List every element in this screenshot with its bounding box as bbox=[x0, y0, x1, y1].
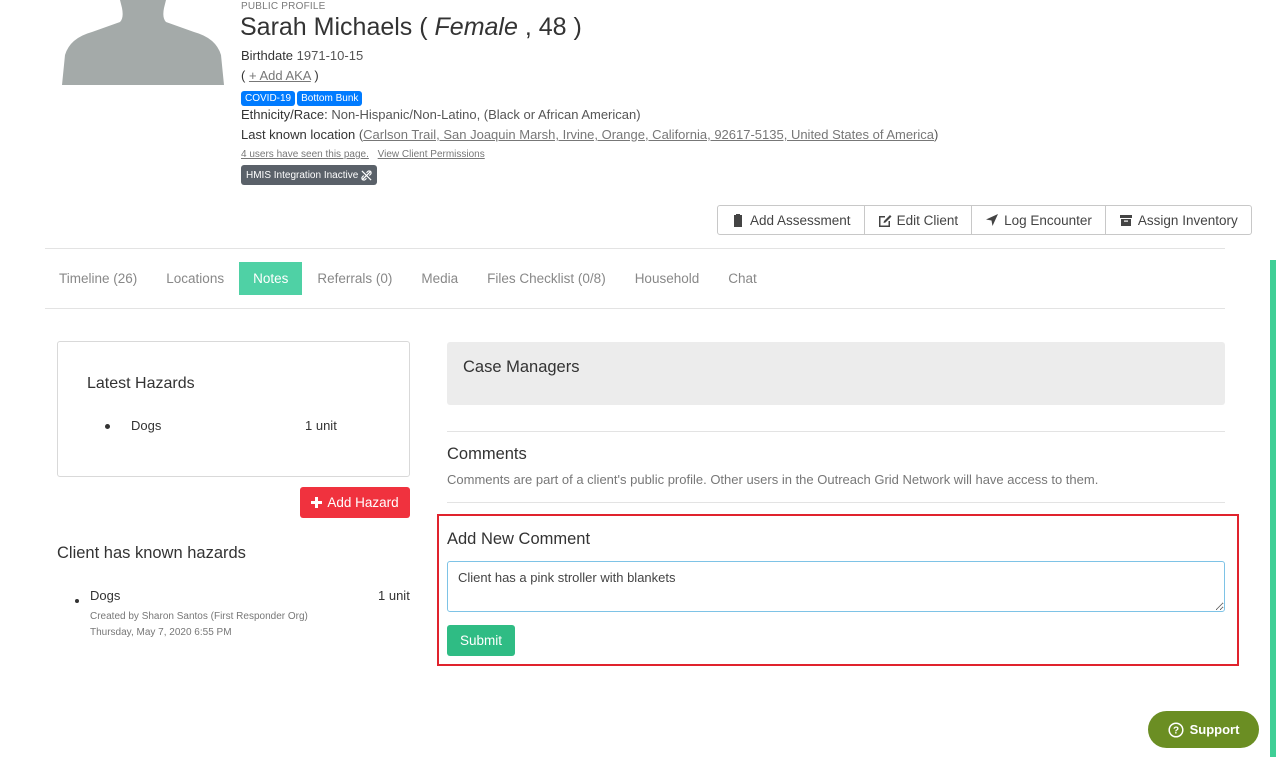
list-bullet bbox=[75, 599, 79, 603]
known-hazards-title: Client has known hazards bbox=[57, 544, 246, 562]
edit-client-button[interactable]: Edit Client bbox=[865, 206, 973, 234]
aka-row: ( + Add AKA ) bbox=[241, 68, 319, 83]
plus-icon bbox=[311, 497, 323, 508]
add-comment-title: Add New Comment bbox=[447, 530, 591, 548]
comment-input[interactable]: Client has a pink stroller with blankets bbox=[447, 561, 1225, 612]
hazard-quantity: 1 unit bbox=[305, 418, 337, 433]
seen-count-link[interactable]: 4 users have seen this page. bbox=[241, 149, 369, 160]
unlink-icon bbox=[361, 169, 372, 181]
header-divider bbox=[45, 248, 1225, 249]
hazard-created-by: Created by Sharon Santos (First Responde… bbox=[90, 611, 308, 622]
comments-divider-bottom bbox=[447, 502, 1225, 503]
tab-media[interactable]: Media bbox=[407, 262, 472, 295]
hazard-created-date: Thursday, May 7, 2020 6:55 PM bbox=[90, 627, 232, 638]
location-label: Last known location bbox=[241, 127, 356, 142]
list-bullet bbox=[105, 424, 110, 429]
tab-files-checklist[interactable]: Files Checklist (0/8) bbox=[473, 262, 620, 295]
birthdate-value: 1971-10-15 bbox=[296, 48, 364, 63]
profile-tabs: Timeline (26) Locations Notes Referrals … bbox=[45, 262, 772, 295]
clipboard-icon bbox=[734, 214, 742, 227]
hmis-status-badge: HMIS Integration Inactive bbox=[241, 165, 378, 185]
add-assessment-button[interactable]: Add Assessment bbox=[718, 206, 865, 234]
assign-inventory-button[interactable]: Assign Inventory bbox=[1106, 206, 1251, 234]
tab-notes[interactable]: Notes bbox=[239, 262, 303, 295]
badge-covid: COVID-19 bbox=[241, 91, 296, 106]
tab-timeline[interactable]: Timeline (26) bbox=[45, 262, 151, 295]
help-icon: ? bbox=[1168, 721, 1184, 738]
client-avatar bbox=[62, 0, 224, 85]
archive-icon bbox=[1119, 215, 1132, 226]
add-aka-link[interactable]: + Add AKA bbox=[249, 68, 311, 83]
page-scrollbar[interactable] bbox=[1270, 260, 1276, 757]
add-hazard-label: Add Hazard bbox=[327, 495, 399, 510]
tab-referrals[interactable]: Referrals (0) bbox=[303, 262, 406, 295]
view-permissions-link[interactable]: View Client Permissions bbox=[378, 149, 485, 160]
assign-inventory-label: Assign Inventory bbox=[1137, 212, 1238, 228]
edit-icon bbox=[878, 215, 892, 227]
location-row: Last known location (Carlson Trail, San … bbox=[241, 127, 939, 142]
comments-divider-top bbox=[447, 431, 1225, 432]
client-name-text: Sarah Michaels bbox=[240, 13, 413, 41]
submit-comment-button[interactable]: Submit bbox=[447, 625, 515, 656]
tabs-divider bbox=[45, 308, 1225, 309]
known-hazard-quantity: 1 unit bbox=[378, 588, 410, 603]
client-name: Sarah Michaels ( Female , 48 ) bbox=[240, 13, 582, 41]
hazard-name: Dogs bbox=[131, 418, 162, 433]
badge-bottom-bunk: Bottom Bunk bbox=[297, 91, 363, 106]
page-views-row: 4 users have seen this page. View Client… bbox=[241, 149, 491, 160]
latest-hazards-card: Latest Hazards Dogs 1 unit bbox=[57, 341, 410, 477]
case-managers-title: Case Managers bbox=[463, 358, 580, 376]
location-arrow-icon bbox=[986, 214, 999, 226]
tab-locations[interactable]: Locations bbox=[152, 262, 238, 295]
ethnicity-label: Ethnicity/Race: bbox=[241, 107, 328, 122]
log-encounter-button[interactable]: Log Encounter bbox=[972, 206, 1106, 234]
edit-client-label: Edit Client bbox=[896, 212, 959, 228]
badge-row: COVID-19 Bottom Bunk bbox=[241, 89, 364, 106]
birthdate-label: Birthdate bbox=[241, 48, 294, 63]
ethnicity-row: Ethnicity/Race: Non-Hispanic/Non-Latino,… bbox=[241, 107, 641, 122]
add-hazard-button[interactable]: Add Hazard bbox=[300, 487, 410, 518]
birthdate-row: Birthdate 1971-10-15 bbox=[241, 48, 363, 63]
known-hazard-name: Dogs bbox=[90, 588, 121, 603]
tab-household[interactable]: Household bbox=[621, 262, 714, 295]
latest-hazards-title: Latest Hazards bbox=[87, 375, 195, 392]
svg-text:?: ? bbox=[1173, 725, 1179, 736]
case-managers-panel: Case Managers bbox=[447, 342, 1225, 405]
client-actions: Add Assessment Edit Client Log Encounter… bbox=[717, 205, 1252, 235]
location-link[interactable]: Carlson Trail, San Joaquin Marsh, Irvine… bbox=[363, 127, 934, 142]
hmis-label: HMIS Integration Inactive bbox=[246, 169, 359, 181]
public-profile-label: PUBLIC PROFILE bbox=[241, 1, 326, 12]
log-encounter-label: Log Encounter bbox=[1004, 212, 1092, 228]
tab-chat[interactable]: Chat bbox=[714, 262, 771, 295]
client-gender: Female bbox=[434, 13, 518, 41]
add-assessment-label: Add Assessment bbox=[750, 212, 851, 228]
support-label: Support bbox=[1189, 722, 1240, 737]
client-age: 48 bbox=[538, 13, 567, 41]
support-button[interactable]: ? Support bbox=[1148, 711, 1259, 748]
comments-description: Comments are part of a client's public p… bbox=[447, 472, 1099, 487]
comments-title: Comments bbox=[447, 445, 527, 463]
ethnicity-value: Non-Hispanic/Non-Latino, (Black or Afric… bbox=[331, 107, 641, 122]
